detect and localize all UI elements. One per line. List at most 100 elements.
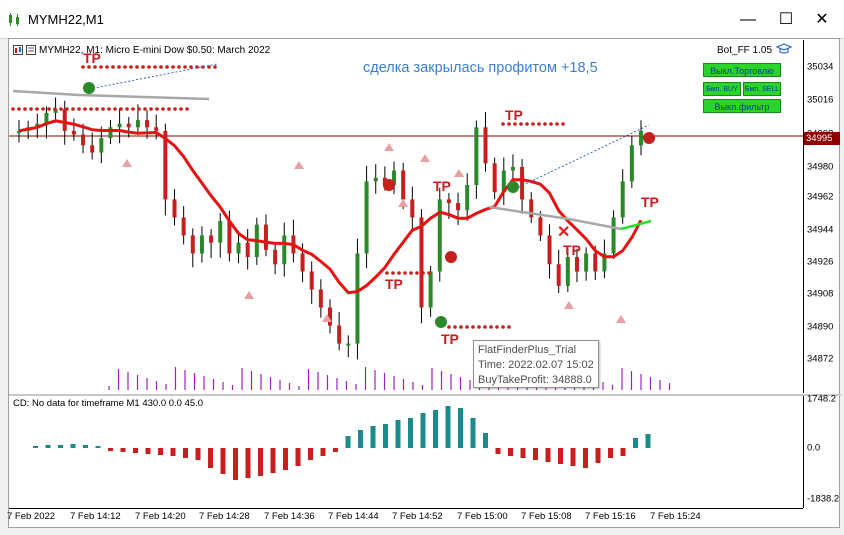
candle-body bbox=[62, 109, 67, 131]
close-sell-button[interactable]: Бмп. SELL bbox=[743, 82, 781, 96]
tp-dot bbox=[65, 107, 69, 111]
tp-dot bbox=[453, 325, 457, 329]
close-button[interactable]: ✕ bbox=[808, 8, 836, 32]
bot-name: Bot_FF 1.05 bbox=[717, 45, 773, 56]
indicator-bar bbox=[370, 426, 376, 448]
time-tick: 7 Feb 15:00 bbox=[457, 511, 508, 522]
moving-average-line bbox=[18, 119, 643, 295]
signal-marker bbox=[643, 132, 655, 144]
price-tick: 34980 bbox=[807, 161, 834, 173]
candle-body bbox=[574, 257, 579, 272]
signal-arrow bbox=[454, 169, 464, 177]
candle-body bbox=[71, 130, 76, 135]
candle-body bbox=[584, 253, 589, 272]
candle-body bbox=[117, 123, 122, 128]
candle-body bbox=[611, 217, 616, 254]
indicator-bar bbox=[233, 448, 238, 480]
candle-body bbox=[209, 235, 214, 243]
tp-dot bbox=[177, 65, 181, 69]
indicator-bar bbox=[320, 448, 326, 456]
time-tick: 7 Feb 15:24 bbox=[650, 511, 701, 522]
chart-type-icon[interactable] bbox=[13, 45, 23, 55]
trade-closed-note: сделка закрылась профитом +18,5 bbox=[363, 60, 598, 76]
tp-dot bbox=[149, 107, 153, 111]
tp-dot bbox=[101, 107, 105, 111]
indicator-bar bbox=[558, 448, 563, 464]
indicator-bar bbox=[195, 448, 201, 460]
time-tick: 7 Feb 14:20 bbox=[135, 511, 186, 522]
time-tick: 7 Feb 15:08 bbox=[521, 511, 572, 522]
indicator-bar bbox=[483, 433, 488, 448]
indicator-bar bbox=[583, 448, 588, 468]
indicator-bar bbox=[170, 448, 176, 456]
tp-label: TP bbox=[641, 194, 659, 210]
price-tick: 35034 bbox=[807, 61, 834, 73]
indicator-bar bbox=[108, 448, 113, 451]
candle-body bbox=[135, 120, 140, 128]
candle-body bbox=[227, 221, 232, 254]
trading-off-button[interactable]: Выкл.Торговлю bbox=[703, 63, 781, 77]
tooltip-name: FlatFinderPlus_Trial bbox=[478, 344, 577, 356]
candle-body bbox=[510, 166, 515, 171]
close-buy-button[interactable]: Бмп. BUY bbox=[703, 82, 741, 96]
candle-body bbox=[428, 271, 433, 308]
indicator-bar bbox=[420, 413, 426, 448]
indicator-bar bbox=[295, 448, 301, 466]
signal-arrow bbox=[616, 315, 626, 323]
tp-dot bbox=[147, 65, 151, 69]
tp-dot bbox=[555, 122, 559, 126]
maximize-button[interactable]: ☐ bbox=[772, 8, 800, 32]
minimize-button[interactable]: — bbox=[734, 8, 762, 32]
tp-dot bbox=[135, 65, 139, 69]
tp-dot bbox=[213, 65, 217, 69]
time-tick: 7 Feb 2022 bbox=[7, 511, 56, 522]
chart-area[interactable]: TP TP TP TP TP TP TP ✕ MYMH22, M1: Micro E-mini… bbox=[7, 38, 841, 528]
indicator-bar bbox=[620, 448, 626, 456]
candle-body bbox=[364, 181, 369, 254]
indicator-bar bbox=[33, 446, 38, 448]
signal-arrow bbox=[398, 199, 408, 207]
tp-dot bbox=[447, 325, 451, 329]
indicator-bar bbox=[308, 448, 313, 460]
indicator-list-icon[interactable] bbox=[26, 45, 36, 55]
tp-dot bbox=[465, 325, 469, 329]
price-tick: 34908 bbox=[807, 288, 834, 300]
close-mark-icon: ✕ bbox=[557, 224, 570, 241]
filter-off-button[interactable]: Выкл.фильтр bbox=[703, 99, 781, 113]
tp-dot bbox=[95, 107, 99, 111]
tp-dot bbox=[507, 325, 511, 329]
indicator-bar bbox=[570, 448, 576, 466]
indicator-bar bbox=[333, 448, 338, 452]
tp-dot bbox=[35, 107, 39, 111]
candle-body bbox=[556, 264, 561, 286]
tp-dot bbox=[129, 65, 133, 69]
candle-body bbox=[282, 235, 287, 265]
indicator-tooltip: FlatFinderPlus_Trial Time: 2022.02.07 15… bbox=[473, 340, 599, 388]
tp-dot bbox=[119, 107, 123, 111]
tp-label: TP bbox=[505, 107, 523, 123]
tp-label: TP bbox=[563, 242, 581, 258]
candle-body bbox=[639, 130, 643, 146]
tp-dot bbox=[143, 107, 147, 111]
indicator-bar bbox=[145, 448, 151, 454]
signal-arrow bbox=[564, 301, 574, 309]
indicator-bar bbox=[183, 448, 188, 458]
candle-body bbox=[309, 271, 314, 290]
tooltip-profit: BuyTakeProfit: 34888.0 bbox=[478, 374, 592, 386]
indicator-bar bbox=[283, 448, 288, 470]
tp-dot bbox=[185, 107, 189, 111]
price-axis[interactable]: 35034 35016 34998 34980 34962 34944 3492… bbox=[803, 40, 841, 393]
time-axis: 7 Feb 2022 7 Feb 14:12 7 Feb 14:20 7 Feb… bbox=[7, 508, 803, 528]
tp-dot bbox=[495, 325, 499, 329]
candle-body bbox=[145, 120, 150, 128]
tp-dot bbox=[173, 107, 177, 111]
indicator-axis: 1748.2 0.0 -1838.2 bbox=[803, 394, 841, 508]
candle-body bbox=[520, 166, 525, 200]
indicator-bar bbox=[258, 448, 263, 476]
indicator-bar bbox=[633, 438, 638, 448]
tp-dot bbox=[561, 122, 565, 126]
tp-dot bbox=[131, 107, 135, 111]
subwindow-divider[interactable] bbox=[9, 394, 841, 396]
tp-dot bbox=[17, 107, 21, 111]
candle-body bbox=[401, 170, 406, 200]
